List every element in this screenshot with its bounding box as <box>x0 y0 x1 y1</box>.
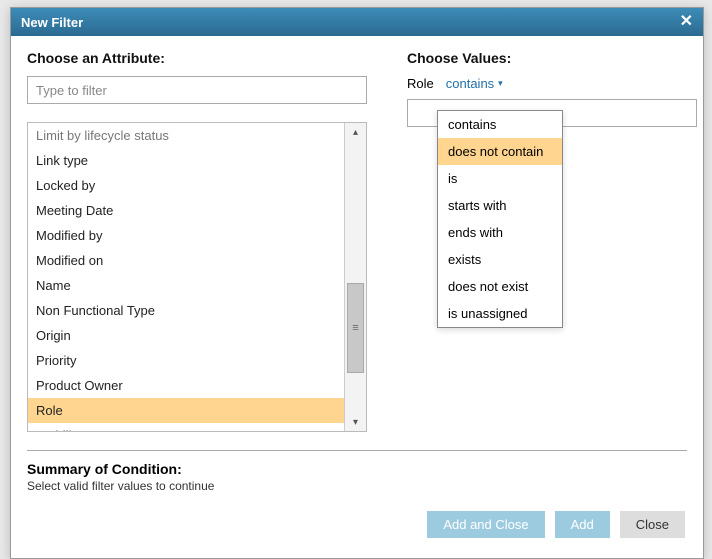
close-icon[interactable]: ✕ <box>680 14 693 30</box>
attribute-item[interactable]: Modified on <box>28 248 344 273</box>
summary-text: Select valid filter values to continue <box>27 479 687 493</box>
attribute-item[interactable]: Non Functional Type <box>28 298 344 323</box>
operator-option[interactable]: starts with <box>438 192 562 219</box>
attribute-item[interactable]: Limit by lifecycle status <box>28 123 344 148</box>
attribute-listbox: Limit by lifecycle statusLink typeLocked… <box>27 122 367 432</box>
operator-option[interactable]: is <box>438 165 562 192</box>
attribute-item[interactable]: Locked by <box>28 173 344 198</box>
operator-option[interactable]: contains <box>438 111 562 138</box>
attribute-item[interactable]: Stability <box>28 423 344 431</box>
operator-option[interactable]: exists <box>438 246 562 273</box>
close-button[interactable]: Close <box>620 511 685 538</box>
attribute-item[interactable]: Priority <box>28 348 344 373</box>
attribute-item[interactable]: Link type <box>28 148 344 173</box>
operator-option[interactable]: is unassigned <box>438 300 562 327</box>
attribute-filter-input[interactable] <box>27 76 367 104</box>
attribute-item[interactable]: Meeting Date <box>28 198 344 223</box>
operator-option[interactable]: does not exist <box>438 273 562 300</box>
operator-option[interactable]: does not contain <box>438 138 562 165</box>
operator-option[interactable]: ends with <box>438 219 562 246</box>
chevron-down-icon: ▾ <box>498 78 503 89</box>
attribute-item[interactable]: Role <box>28 398 344 423</box>
values-panel: Choose Values: Role contains ▾ containsd… <box>407 50 697 432</box>
new-filter-dialog: New Filter ✕ Choose an Attribute: Limit … <box>10 7 704 559</box>
divider <box>27 450 687 451</box>
scroll-thumb[interactable]: ≡ <box>347 283 364 373</box>
add-button[interactable]: Add <box>555 511 610 538</box>
scrollbar[interactable]: ▴ ≡ ▾ <box>344 123 366 431</box>
button-row: Add and Close Add Close <box>27 493 687 548</box>
add-and-close-button[interactable]: Add and Close <box>427 511 544 538</box>
summary-section: Summary of Condition: Select valid filte… <box>27 461 687 493</box>
attribute-item[interactable]: Product Owner <box>28 373 344 398</box>
operator-selected-label: contains <box>446 76 494 91</box>
attribute-panel: Choose an Attribute: Limit by lifecycle … <box>27 50 367 432</box>
scroll-down-icon[interactable]: ▾ <box>345 413 366 431</box>
dialog-body: Choose an Attribute: Limit by lifecycle … <box>11 36 703 558</box>
summary-heading: Summary of Condition: <box>27 461 687 477</box>
attribute-item[interactable]: Origin <box>28 323 344 348</box>
attribute-list[interactable]: Limit by lifecycle statusLink typeLocked… <box>28 123 344 431</box>
values-heading: Choose Values: <box>407 50 697 66</box>
scroll-up-icon[interactable]: ▴ <box>345 123 366 141</box>
attribute-item[interactable]: Name <box>28 273 344 298</box>
selected-attribute-label: Role <box>407 76 434 91</box>
operator-dropdown: containsdoes not containisstarts withend… <box>437 110 563 328</box>
attribute-heading: Choose an Attribute: <box>27 50 367 66</box>
operator-dropdown-trigger[interactable]: contains ▾ <box>446 76 503 91</box>
dialog-titlebar: New Filter ✕ <box>11 8 703 36</box>
attribute-item[interactable]: Modified by <box>28 223 344 248</box>
dialog-title: New Filter <box>21 15 83 30</box>
